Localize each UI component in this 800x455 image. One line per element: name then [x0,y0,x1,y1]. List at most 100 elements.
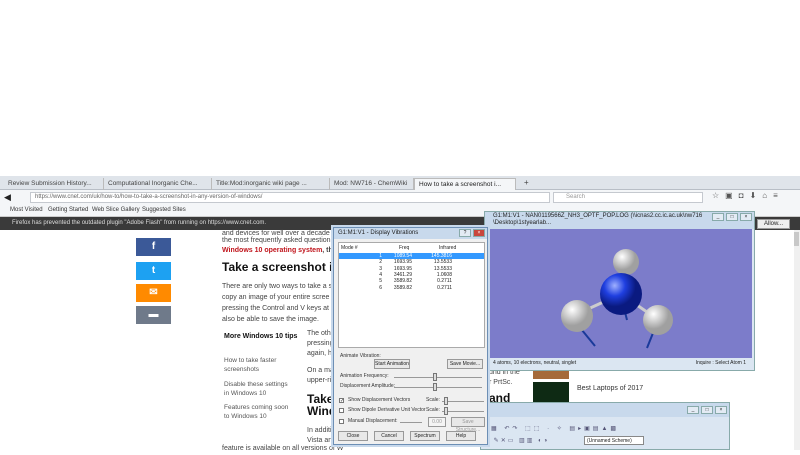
laptops-thumbnail[interactable] [533,382,569,402]
help-button[interactable]: Help [446,431,476,441]
display-vibrations-dialog: G1:M1:V1 - Display Vibrations ? × Mode #… [333,227,488,445]
tab-title-mod[interactable]: Title:Mod:inorganic wiki page ... [212,178,330,190]
amplitude-slider[interactable] [394,387,482,388]
twitter-share-button[interactable]: t [136,262,171,280]
molecule-window: G1:M1:V1 - NAN0119566Z_NH3_OPTF_POP.LOG … [484,211,755,371]
cell-infrared: 13.5533 [433,265,452,272]
column-mode[interactable]: Mode # [341,245,358,251]
show-dipole-checkbox[interactable] [339,408,344,413]
article-text: On a ma [307,367,334,374]
vibration-list[interactable]: Mode # Freq Infrared 1 1089.54 145.3816 2 1693… [338,242,485,348]
search-input[interactable]: Search [553,192,703,203]
bookmark-web-slice[interactable]: Web Slice Gallery [92,207,140,213]
sidebar-link[interactable]: Features coming soon to Windows 10 [224,403,294,421]
vibration-row[interactable]: 3 1693.95 13.5533 [339,266,484,272]
save-structure-button[interactable]: Save Structure... [451,417,485,433]
cell-freq: 3461.29 [393,271,412,278]
tab-label: How to take a screenshot i... [419,181,502,188]
heading-windows: Wind [307,406,337,417]
maximize-button[interactable]: □ [701,406,713,414]
bookmark-getting-started[interactable]: Getting Started [48,207,88,213]
close-icon[interactable]: × [473,229,485,237]
allow-button[interactable]: Allow... [756,219,790,229]
tab-computational[interactable]: Computational Inorganic Che... [104,178,212,190]
dipole-scale-slider[interactable] [442,411,484,412]
sidebar-title: More Windows 10 tips [224,333,298,340]
promo-link[interactable]: Best Laptops of 2017 [577,384,643,395]
cancel-button[interactable]: Cancel [374,431,404,441]
minimize-button[interactable]: _ [687,406,699,414]
vibration-row[interactable]: 2 1693.95 13.5533 [339,259,484,265]
hydrogen-atom[interactable] [561,300,593,332]
help-button[interactable]: ? [459,229,471,237]
hydrogen-atom[interactable] [613,249,639,275]
cell-freq: 1693.95 [393,265,412,272]
vibration-row[interactable]: 1 1089.54 145.3816 [339,253,484,259]
cell-freq: 3589.82 [393,278,412,285]
start-animation-button[interactable]: Start Animation [374,359,410,369]
close-button[interactable]: × [715,406,727,414]
bookmark-most-visited[interactable]: Most Visited [10,207,43,213]
column-freq[interactable]: Freq [399,245,409,251]
scale-label: Scale: [426,397,440,403]
dialog-title: G1:M1:V1 - Display Vibrations [338,230,419,236]
tab-screenshot[interactable]: How to take a screenshot i... [414,178,516,190]
tab-review-submission[interactable]: Review Submission History... [4,178,104,190]
promo-thumbnail[interactable] [533,370,569,379]
displacement-scale-slider[interactable] [442,401,484,402]
sidebar-link[interactable]: Disable these settings in Windows 10 [224,380,294,398]
maximize-button[interactable]: □ [726,213,738,221]
nitrogen-atom[interactable] [600,273,642,315]
hydrogen-atom[interactable] [643,305,673,335]
frequency-label: Animation Frequency: [340,373,389,379]
status-right: Inquire : Select Atom 1 [695,360,746,366]
ammonia-molecule [561,249,673,349]
molecule-viewport[interactable] [487,229,752,358]
facebook-share-button[interactable]: f [136,238,171,256]
article-text: There are only two ways to take a s [222,283,333,290]
slider-thumb[interactable] [433,383,437,391]
gaussview-main-window: _ □ × ▦ ↶↷ ⬚⬚ · ✧ ▤▸▣▤▲▩ ↕ ✎✕▭ ▥▥ ◐◑ (Un… [480,402,730,450]
frequency-slider[interactable] [394,377,482,378]
slider-thumb[interactable] [444,397,448,405]
vibration-row[interactable]: 4 3461.29 1.0608 [339,272,484,278]
article-text: In additi [307,427,332,434]
windows10-link[interactable]: Windows 10 operating system [222,247,322,254]
manual-value-input[interactable]: 0.00 [428,417,446,427]
show-displacement-checkbox[interactable]: ✓ [339,398,344,404]
article-text: r PrtSc. [489,379,513,386]
show-dipole-label: Show Dipole Derivative Unit Vector [348,407,426,413]
spectrum-button[interactable]: Spectrum [410,431,440,441]
close-button[interactable]: Close [338,431,368,441]
close-button[interactable]: × [740,213,752,221]
new-tab-button[interactable]: + [520,176,532,188]
scheme-value: (Unnamed Scheme) [587,438,632,444]
url-input[interactable]: https://www.cnet.com/uk/how-to/how-to-ta… [30,192,550,203]
comment-button[interactable]: ▬ [136,306,171,324]
tab-chemwiki[interactable]: Mod: NW716 - ChemWiki [330,178,414,190]
vibration-row[interactable]: 6 3589.82 0.2711 [339,285,484,291]
sidebar-link[interactable]: How to take faster screenshots [224,356,304,374]
notification-text: Firefox has prevented the outdated plugi… [12,220,267,226]
scheme-select[interactable]: (Unnamed Scheme) [584,436,644,445]
nav-bar: ◀ https://www.cnet.com/uk/how-to/how-to-… [0,190,800,205]
save-movie-button[interactable]: Save Movie... [447,359,483,369]
column-infrared[interactable]: Infrared [439,245,456,251]
slider-thumb[interactable] [444,407,448,415]
toolbar-icons-2[interactable]: ↕ ✎✕▭ ▥▥ ◐◑ [485,437,549,444]
manual-displacement-label: Manual Displacement: [348,418,398,424]
manual-slider[interactable] [400,422,422,423]
vibration-row[interactable]: 5 3589.82 0.2711 [339,278,484,284]
tab-bar: Review Submission History... Computation… [0,176,800,190]
bookmark-suggested[interactable]: Suggested Sites [142,207,186,213]
email-share-button[interactable]: ✉ [136,284,171,302]
toolbar-icons[interactable]: ▦ ↶↷ ⬚⬚ · ✧ ▤▸▣▤▲▩ [491,425,619,432]
toolbar-icons[interactable]: ☆▣◘⬇⌂≡ [712,191,784,200]
cell-infrared: 1.0608 [436,271,452,278]
manual-displacement-checkbox[interactable] [339,419,344,424]
minimize-button[interactable]: _ [712,213,724,221]
scrollbar[interactable] [794,230,800,450]
back-icon[interactable]: ◀ [4,192,11,203]
article-text: pressing the Control and V keys at [222,305,330,312]
slider-thumb[interactable] [433,373,437,381]
